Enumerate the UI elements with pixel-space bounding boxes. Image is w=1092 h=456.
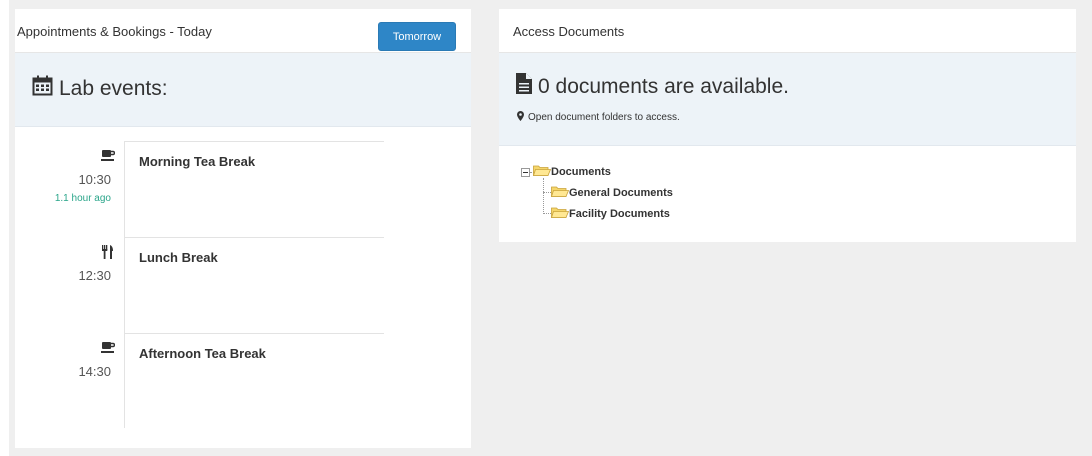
appointments-panel: Appointments & Bookings - Today Tomorrow	[15, 9, 471, 448]
events-timeline: 10:30 1.1 hour ago Morning Tea Break 12:…	[15, 127, 471, 447]
event-ago: 1.1 hour ago	[54, 193, 111, 204]
tree-node-documents[interactable]: Documents	[532, 164, 611, 179]
appointments-header-title: Appointments & Bookings - Today	[17, 24, 212, 39]
documents-count-title: 0 documents are available.	[516, 73, 789, 100]
page-left-edge	[0, 0, 9, 456]
coffee-icon	[101, 341, 116, 355]
event-time: 12:30	[78, 268, 111, 283]
folder-open-icon	[532, 164, 552, 179]
tree-node-label: General Documents	[569, 186, 673, 199]
tree-node-label: Facility Documents	[569, 207, 670, 220]
lab-events-label: Lab events:	[59, 76, 168, 100]
event-title[interactable]: Lunch Break	[139, 250, 218, 265]
event-time: 10:30	[78, 172, 111, 187]
tree-node-label: Documents	[551, 165, 611, 178]
coffee-icon	[101, 149, 116, 163]
appointments-header: Appointments & Bookings - Today Tomorrow	[15, 9, 471, 53]
event-morning-tea[interactable]: 10:30 1.1 hour ago Morning Tea Break	[15, 141, 384, 237]
documents-count-label: 0 documents are available.	[538, 74, 789, 98]
tomorrow-button[interactable]: Tomorrow	[378, 22, 456, 51]
event-lunch[interactable]: 12:30 Lunch Break	[15, 237, 384, 333]
folder-open-icon	[550, 185, 570, 200]
calendar-icon	[32, 75, 59, 102]
documents-hint: Open document folders to access.	[517, 111, 680, 124]
documents-header-title: Access Documents	[513, 24, 625, 39]
tree-node-general-documents[interactable]: General Documents	[550, 185, 673, 200]
lab-events-hero: Lab events:	[15, 53, 471, 127]
tree-collapse-toggle[interactable]	[521, 168, 530, 177]
event-title[interactable]: Afternoon Tea Break	[139, 346, 266, 361]
map-marker-icon	[517, 111, 528, 124]
folder-open-icon	[550, 206, 570, 221]
event-title[interactable]: Morning Tea Break	[139, 154, 255, 169]
cutlery-icon	[101, 245, 115, 259]
documents-hint-text: Open document folders to access.	[528, 112, 680, 123]
documents-header: Access Documents	[499, 9, 1076, 53]
document-file-icon	[516, 73, 538, 100]
lab-events-title: Lab events:	[32, 75, 168, 102]
documents-hero: 0 documents are available. Open document…	[499, 53, 1076, 146]
documents-panel: Access Documents 0 documents are availab…	[499, 9, 1076, 242]
tree-node-facility-documents[interactable]: Facility Documents	[550, 206, 670, 221]
event-time: 14:30	[78, 364, 111, 379]
event-afternoon-tea[interactable]: 14:30 Afternoon Tea Break	[15, 333, 384, 429]
documents-tree: Documents General Documents Facility Doc…	[499, 146, 1076, 242]
